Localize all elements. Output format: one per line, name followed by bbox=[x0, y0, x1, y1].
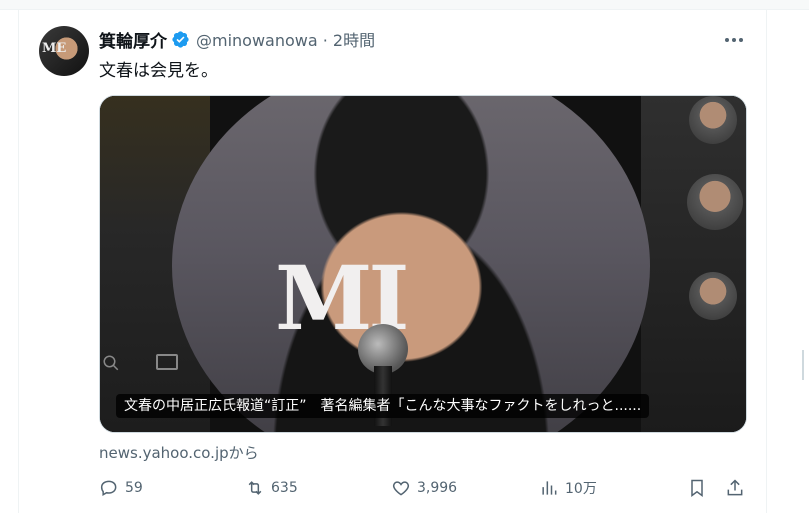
retweet-count: 635 bbox=[271, 480, 298, 496]
like-icon bbox=[392, 481, 410, 496]
card-title[interactable]: 文春の中居正広氏報道“訂正” 著名編集者「こんな大事なファクトをしれっと....… bbox=[116, 394, 650, 418]
card-source-link[interactable]: news.yahoo.co.jpから bbox=[99, 442, 259, 463]
reply-count: 59 bbox=[125, 480, 143, 496]
thumbnail-face bbox=[687, 174, 743, 230]
timeline-right-border bbox=[766, 10, 767, 513]
bookmark-button[interactable] bbox=[687, 476, 707, 500]
views-button[interactable]: 10万 bbox=[539, 476, 597, 500]
thumbnail-face bbox=[689, 96, 737, 144]
tweet[interactable]: ME 箕輪厚介 @minowanowa · 2時間 文春は会見を。 MI 文春の… bbox=[19, 10, 766, 513]
card-right-panel bbox=[641, 96, 746, 432]
page-scrollbar[interactable] bbox=[802, 350, 804, 380]
handle-and-time[interactable]: @minowanowa · 2時間 bbox=[196, 27, 375, 51]
avatar-logo-text: ME bbox=[42, 41, 67, 56]
display-name[interactable]: 箕輪厚介 bbox=[99, 27, 167, 52]
views-count: 10万 bbox=[565, 481, 597, 497]
retweet-icon bbox=[248, 481, 262, 495]
tweet-actions: 59 635 3,996 10万 bbox=[99, 476, 759, 500]
bookmark-icon bbox=[691, 479, 703, 497]
reply-icon bbox=[100, 480, 117, 496]
share-button[interactable] bbox=[725, 476, 745, 500]
retweet-button[interactable]: 635 bbox=[245, 476, 298, 500]
timeline-top-border bbox=[0, 0, 809, 10]
reply-button[interactable]: 59 bbox=[99, 476, 143, 500]
share-icon bbox=[727, 479, 743, 496]
tweet-header: 箕輪厚介 @minowanowa · 2時間 bbox=[99, 27, 375, 52]
card-photo bbox=[172, 96, 650, 432]
more-icon[interactable] bbox=[719, 30, 749, 50]
tweet-text: 文春は会見を。 bbox=[99, 61, 218, 81]
like-count: 3,996 bbox=[417, 480, 458, 496]
link-card[interactable]: MI 文春の中居正広氏報道“訂正” 著名編集者「こんな大事なファクトをしれっと.… bbox=[99, 95, 747, 433]
views-icon bbox=[542, 481, 557, 495]
avatar[interactable]: ME bbox=[39, 26, 89, 76]
search-icon bbox=[102, 354, 120, 372]
like-button[interactable]: 3,996 bbox=[391, 476, 457, 500]
mail-icon bbox=[156, 354, 178, 370]
thumbnail-face bbox=[689, 272, 737, 320]
verified-badge-icon[interactable] bbox=[171, 30, 190, 49]
